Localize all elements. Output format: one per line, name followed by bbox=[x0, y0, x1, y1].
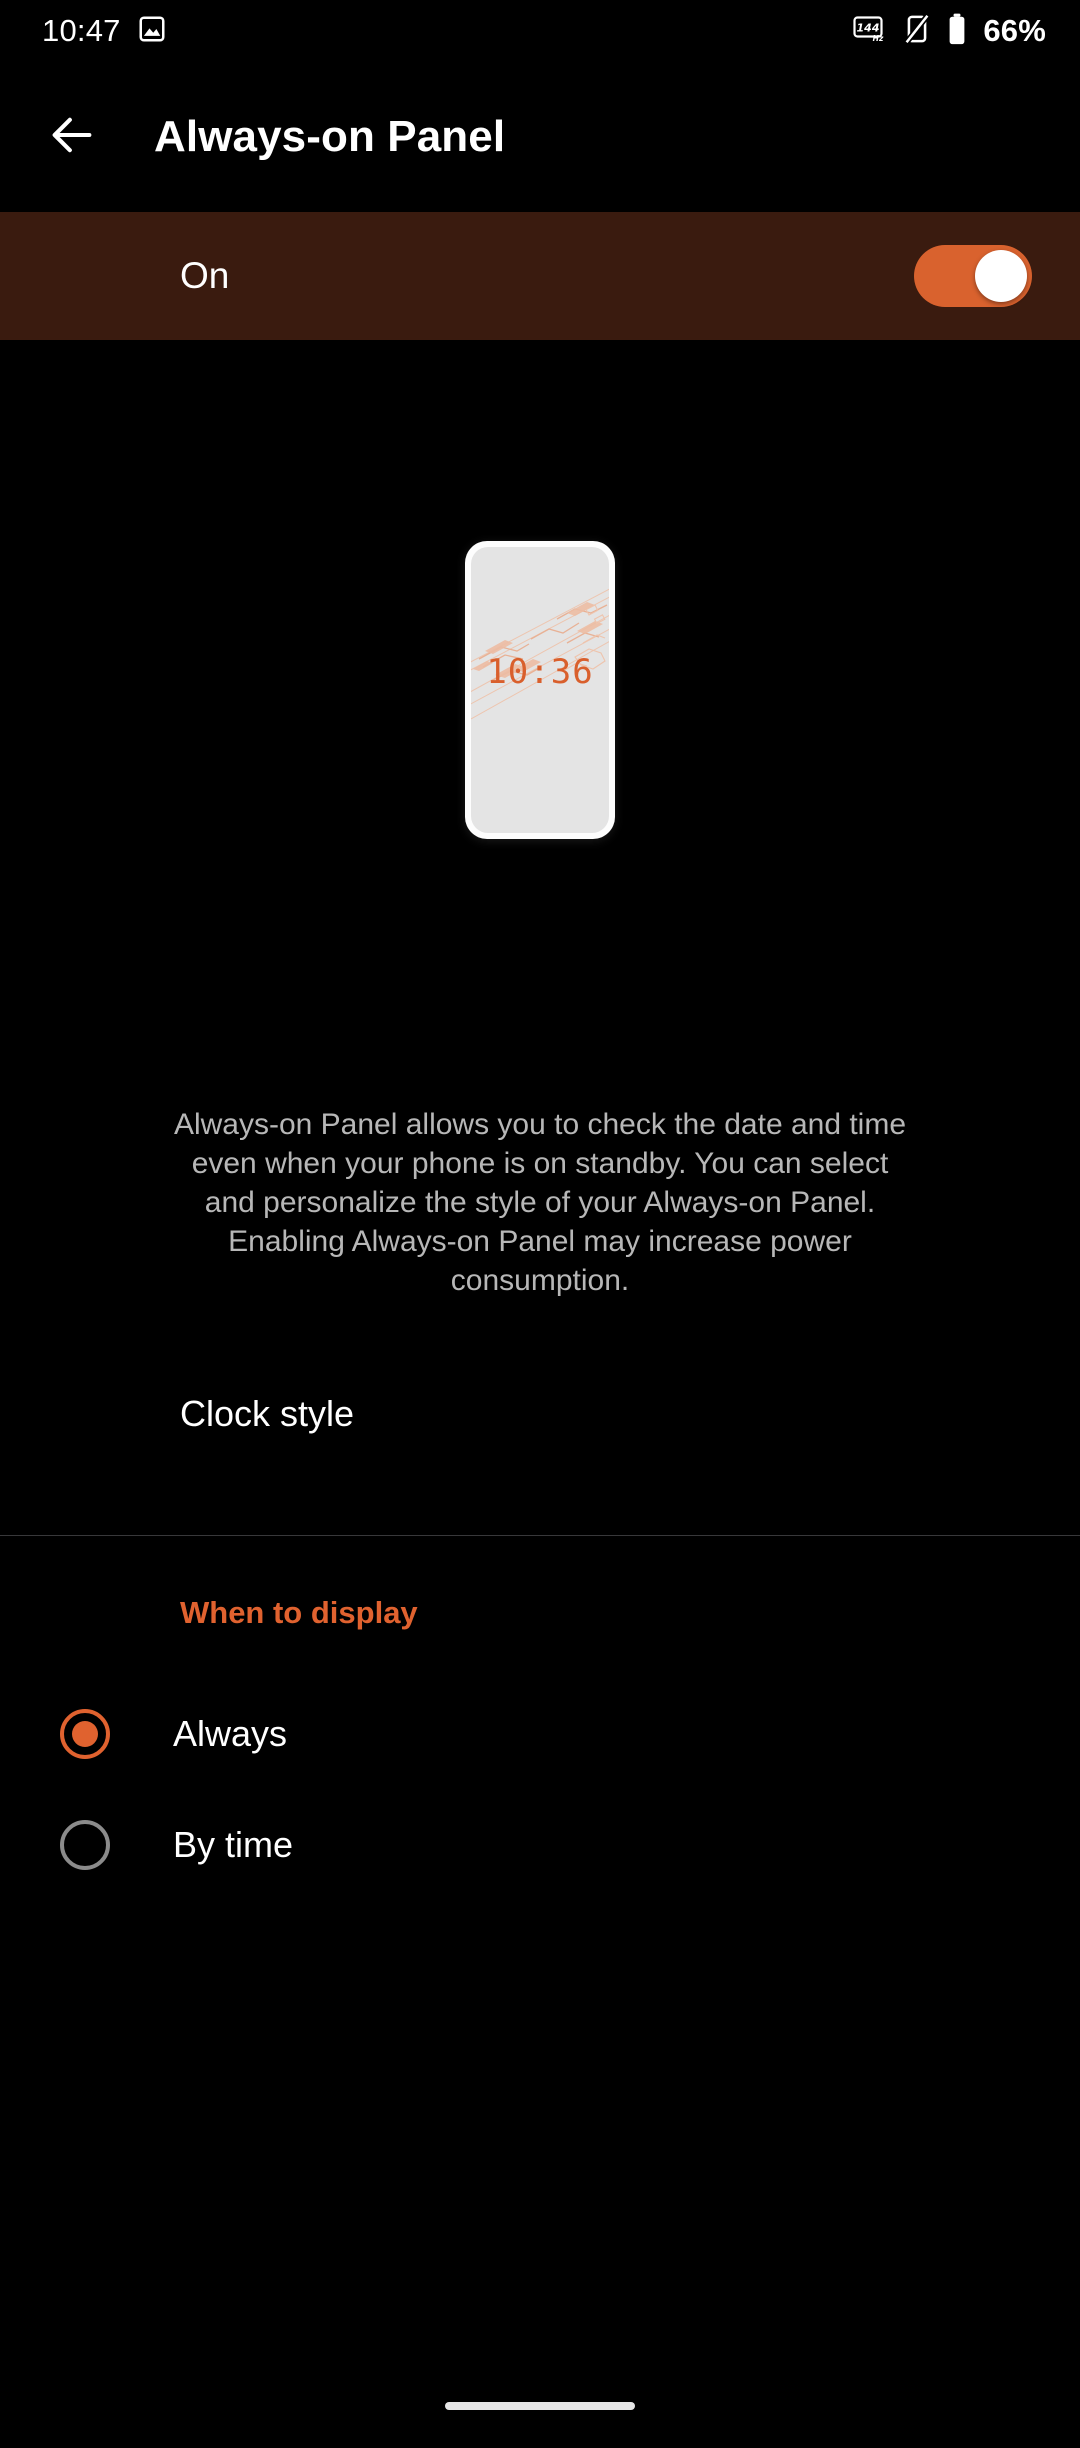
status-bar-clock: 10:47 bbox=[42, 13, 121, 48]
svg-text:144: 144 bbox=[857, 21, 880, 34]
battery-icon bbox=[947, 13, 967, 50]
radio-option-always[interactable]: Always bbox=[0, 1680, 1080, 1788]
page-title: Always-on Panel bbox=[154, 112, 506, 161]
status-bar: 10:47 144 Hz 66% bbox=[0, 0, 1080, 62]
phone-preview-frame[interactable]: 10:36 bbox=[465, 541, 615, 839]
back-arrow-icon bbox=[46, 109, 98, 166]
switch-knob bbox=[975, 250, 1027, 302]
radio-button-by-time[interactable] bbox=[60, 1820, 110, 1870]
preview-clock-time: 10:36 bbox=[486, 652, 594, 692]
app-bar: Always-on Panel bbox=[0, 62, 1080, 212]
description-text: Always-on Panel allows you to check the … bbox=[173, 1108, 907, 1297]
radio-button-always[interactable] bbox=[60, 1709, 110, 1759]
when-to-display-heading: When to display bbox=[180, 1595, 418, 1630]
back-button[interactable] bbox=[24, 89, 120, 185]
radio-label-by-time: By time bbox=[173, 1824, 294, 1865]
refresh-rate-144hz-icon: 144 Hz bbox=[853, 14, 887, 49]
clock-preview-area: 10:36 bbox=[0, 340, 1080, 1040]
always-on-panel-screen: 10:47 144 Hz 66% Always-on Panel On 10:3… bbox=[0, 0, 1080, 2448]
clock-style-label: Clock style bbox=[180, 1393, 355, 1434]
photo-icon bbox=[137, 14, 167, 49]
home-gesture-pill[interactable] bbox=[445, 2402, 635, 2410]
radio-option-by-time[interactable]: By time bbox=[0, 1791, 1080, 1899]
svg-text:Hz: Hz bbox=[873, 34, 884, 43]
master-toggle-switch[interactable] bbox=[914, 245, 1032, 307]
status-bar-left: 10:47 bbox=[42, 13, 167, 49]
section-divider bbox=[0, 1535, 1080, 1536]
status-bar-right: 144 Hz 66% bbox=[853, 13, 1046, 50]
clock-style-row[interactable]: Clock style bbox=[0, 1355, 1080, 1473]
phone-preview-screen: 10:36 bbox=[471, 547, 609, 833]
vibrate-off-icon bbox=[903, 13, 931, 49]
master-toggle-row[interactable]: On bbox=[0, 212, 1080, 340]
master-toggle-label: On bbox=[180, 255, 230, 296]
battery-percent-label: 66% bbox=[983, 13, 1046, 48]
radio-label-always: Always bbox=[173, 1713, 288, 1754]
